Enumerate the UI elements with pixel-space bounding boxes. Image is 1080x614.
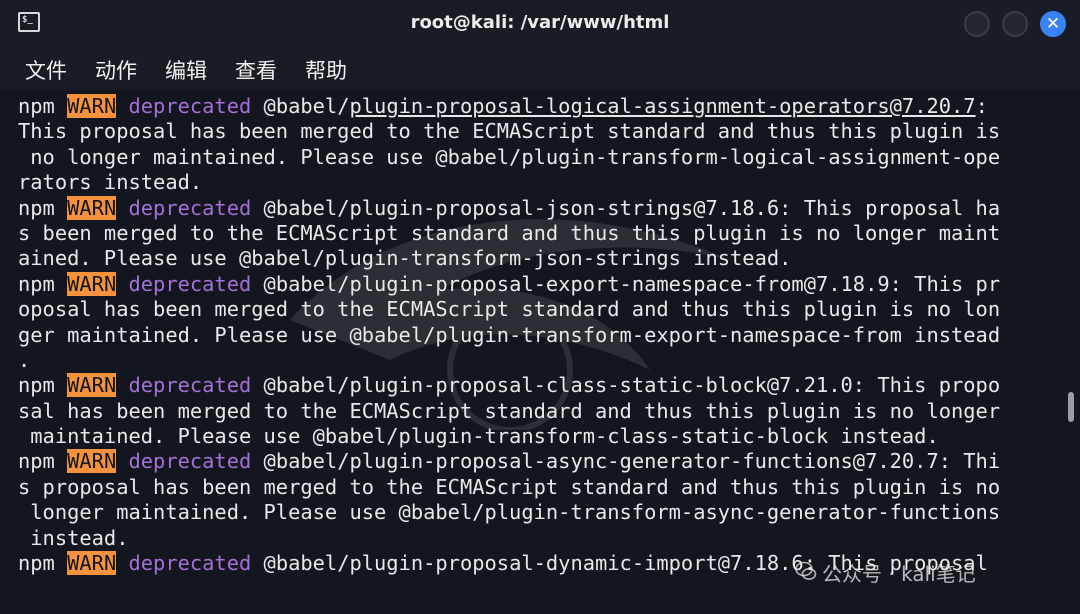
terminal-line: no longer maintained. Please use @babel/… [18,145,1000,170]
deprecated-label: deprecated [128,551,252,576]
line-text: no longer maintained. Please use @babel/… [18,144,1001,169]
menu-help[interactable]: 帮助 [305,55,347,85]
terminal-line: longer maintained. Please use @babel/plu… [18,500,1000,525]
deprecated-label: deprecated [128,94,252,118]
terminal-line: sal has been merged to the ECMAScript st… [18,399,1000,424]
line-text: @babel/plugin-proposal-class-static-bloc… [251,373,1001,398]
terminal-line: npm WARN deprecated @babel/plugin-propos… [18,449,1000,474]
line-text [116,272,128,296]
line-text: oposal has been merged to the ECMAScript… [18,297,1001,322]
warn-badge: WARN [67,195,117,220]
line-text: maintained. Please use @babel/plugin-tra… [18,424,939,449]
menu-edit[interactable]: 编辑 [165,55,207,85]
line-text: npm [18,449,68,474]
line-text: @babel/plugin-proposal-json-strings@7.18… [251,195,1001,220]
line-text: npm [18,373,68,398]
deprecated-label: deprecated [128,373,252,398]
scrollbar-thumb[interactable] [1068,392,1074,422]
terminal-window: $_ root@kali: /var/www/html ✕ 文件 动作 编辑 查… [0,0,1080,614]
terminal-line: npm WARN deprecated @babel/plugin-propos… [18,271,1001,297]
terminal-line: ger maintained. Please use @babel/plugin… [18,323,1000,348]
line-text: plugin-proposal-logical-assignment-opera… [349,94,976,118]
menu-file[interactable]: 文件 [25,55,67,85]
menu-view[interactable]: 查看 [235,55,277,85]
terminal-line: oposal has been merged to the ECMAScript… [18,297,1000,322]
line-text: s been merged to the ECMAScript standard… [18,220,1001,245]
warn-badge: WARN [67,373,117,398]
terminal-line: This proposal has been merged to the ECM… [18,119,1000,144]
terminal-output[interactable]: npm WARN deprecated @babel/plugin-propos… [0,90,1060,614]
deprecated-label: deprecated [128,449,252,474]
line-text: . [18,347,31,372]
line-text: sal has been merged to the ECMAScript st… [18,398,1001,423]
terminal-line: . [18,348,1000,373]
line-text: rators instead. [18,170,203,195]
watermark-text: 公众号 · kali笔记 [822,562,976,586]
terminal-lines: npm WARN deprecated @babel/plugin-propos… [18,94,1000,576]
line-text: npm [18,551,68,576]
vertical-scrollbar[interactable] [1060,90,1080,614]
warn-badge: WARN [67,271,117,296]
warn-badge: WARN [67,449,117,474]
terminal-line: npm WARN deprecated @babel/plugin-propos… [18,195,1001,221]
line-text: @babel/plugin-proposal-export-namespace-… [251,271,1001,296]
deprecated-label: deprecated [128,195,252,220]
line-text: : [975,94,988,118]
line-text [116,373,128,397]
terminal-line: ained. Please use @babel/plugin-transfor… [18,246,1000,271]
terminal-line: npm WARN deprecated @babel/plugin-propos… [18,94,1000,119]
terminal-line: rators instead. [18,170,1000,195]
line-text: ger maintained. Please use @babel/plugin… [18,322,1001,347]
line-text: npm [18,195,68,220]
line-text [116,94,128,118]
terminal-line: s proposal has been merged to the ECMASc… [18,475,1000,500]
line-text: This proposal has been merged to the ECM… [18,119,1001,144]
minimize-button[interactable] [964,11,990,37]
line-text: ained. Please use @babel/plugin-transfor… [18,246,792,271]
window-title: root@kali: /var/www/html [410,12,670,33]
close-button[interactable]: ✕ [1040,11,1066,37]
line-text [116,196,128,220]
menu-bar: 文件 动作 编辑 查看 帮助 [0,50,1080,90]
terminal-line: maintained. Please use @babel/plugin-tra… [18,424,1000,449]
terminal-line: s been merged to the ECMAScript standard… [18,221,1000,246]
line-text [116,551,128,575]
warn-badge: WARN [67,551,117,576]
terminal-line: npm WARN deprecated @babel/plugin-propos… [18,373,1000,398]
line-text: npm [18,94,68,118]
line-text: s proposal has been merged to the ECMASc… [18,474,1001,499]
wechat-icon [795,561,817,580]
line-text: @babel/plugin-proposal-async-generator-f… [251,449,1001,474]
deprecated-label: deprecated [128,271,252,296]
warn-badge: WARN [67,94,117,118]
terminal-line: instead. [18,526,1000,551]
line-text: @babel/ [251,94,350,118]
title-bar[interactable]: $_ root@kali: /var/www/html ✕ [0,0,1080,50]
line-text: longer maintained. Please use @babel/plu… [18,500,1001,525]
line-text: instead. [18,525,129,550]
line-text: npm [18,271,68,296]
maximize-button[interactable] [1002,11,1028,37]
line-text [116,449,128,473]
menu-actions[interactable]: 动作 [95,55,137,85]
